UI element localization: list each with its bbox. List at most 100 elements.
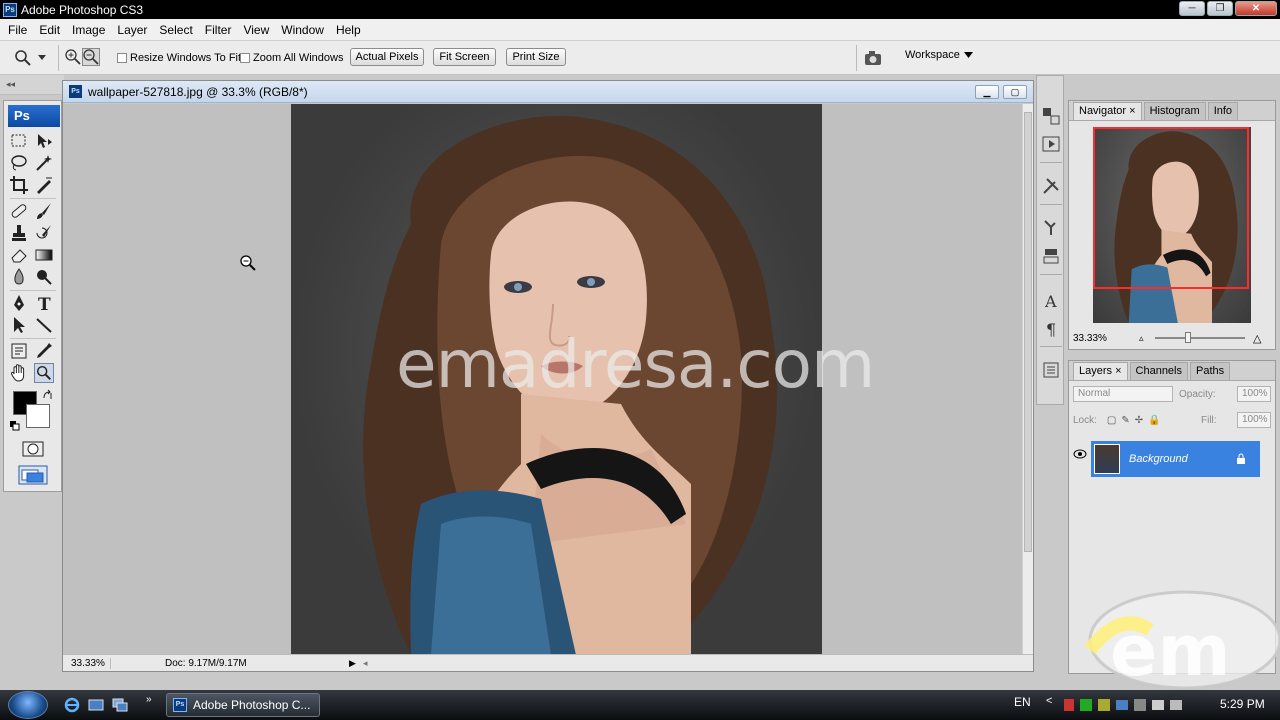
zoom-in-icon[interactable]	[64, 48, 82, 66]
actions-panel-icon[interactable]	[1041, 134, 1061, 154]
healing-brush-icon[interactable]	[9, 201, 29, 221]
start-button[interactable]	[8, 691, 48, 719]
close-button[interactable]: ✕	[1235, 1, 1277, 16]
lock-icons[interactable]: ▢✎✢🔒	[1107, 415, 1166, 426]
zoom-all-windows-checkbox[interactable]: Zoom All Windows	[240, 52, 343, 64]
navigator-zoom-slider[interactable]	[1155, 332, 1245, 343]
line-tool-icon[interactable]	[34, 315, 54, 335]
move-tool-icon[interactable]	[34, 131, 54, 151]
resize-windows-checkbox[interactable]: Resize Windows To Fit	[117, 52, 241, 64]
print-size-button[interactable]: Print Size	[506, 48, 566, 66]
tab-info[interactable]: Info	[1207, 102, 1239, 120]
menu-layer[interactable]: Layer	[111, 20, 153, 40]
path-selection-icon[interactable]	[9, 315, 29, 335]
hand-tool-icon[interactable]	[9, 363, 29, 383]
bridge-icon[interactable]	[863, 49, 885, 67]
zoom-tool-icon	[15, 50, 31, 66]
document-titlebar[interactable]: Ps wallpaper-527818.jpg @ 33.3% (RGB/8*)…	[63, 81, 1033, 103]
layer-comps-icon[interactable]	[1041, 360, 1061, 380]
document-maximize-button[interactable]: ▢	[1003, 85, 1027, 99]
navigator-view-box[interactable]	[1093, 127, 1249, 289]
menu-image[interactable]: Image	[66, 20, 111, 40]
fit-screen-button[interactable]: Fit Screen	[433, 48, 496, 66]
internet-explorer-icon[interactable]	[64, 697, 80, 713]
history-panel-icon[interactable]	[1041, 106, 1061, 126]
marquee-tool-icon[interactable]	[9, 131, 29, 151]
actual-pixels-button[interactable]: Actual Pixels	[350, 48, 424, 66]
layer-row-background[interactable]: Background	[1091, 441, 1260, 477]
menu-window[interactable]: Window	[275, 20, 330, 40]
slice-tool-icon[interactable]	[34, 175, 54, 195]
switch-windows-icon[interactable]	[112, 697, 128, 713]
language-indicator[interactable]: EN	[1014, 695, 1031, 709]
tool-divider	[10, 338, 56, 339]
system-tray-icons[interactable]	[1062, 697, 1202, 713]
zoom-out-small-icon[interactable]: ▵	[1139, 333, 1144, 344]
menu-filter[interactable]: Filter	[199, 20, 238, 40]
scrollbar-thumb[interactable]	[1024, 112, 1032, 552]
crop-tool-icon[interactable]	[9, 175, 29, 195]
default-colors-icon[interactable]	[10, 421, 20, 431]
tab-histogram[interactable]: Histogram	[1143, 102, 1206, 120]
document-minimize-button[interactable]: ▁	[975, 85, 999, 99]
zoom-out-icon[interactable]	[82, 48, 100, 66]
pen-tool-icon[interactable]	[9, 293, 29, 313]
swap-colors-icon[interactable]	[42, 389, 54, 401]
clone-source-icon[interactable]	[1041, 246, 1061, 266]
tab-channels[interactable]: Channels	[1129, 362, 1188, 380]
visibility-eye-icon[interactable]	[1073, 449, 1087, 459]
taskbar-photoshop-button[interactable]: Ps Adobe Photoshop C...	[166, 693, 320, 717]
navigator-thumbnail[interactable]	[1093, 127, 1251, 323]
menu-select[interactable]: Select	[153, 20, 198, 40]
show-desktop-icon[interactable]	[88, 697, 104, 713]
eraser-tool-icon[interactable]	[9, 245, 29, 265]
magic-wand-icon[interactable]	[34, 153, 54, 173]
tab-layers[interactable]: Layers ×	[1073, 362, 1128, 380]
workspace-menu[interactable]: Workspace	[905, 49, 973, 61]
fill-field[interactable]: 100%	[1237, 412, 1271, 428]
paragraph-panel-icon[interactable]: ¶	[1041, 318, 1061, 338]
menu-file[interactable]: File	[2, 20, 33, 40]
zoom-tool-icon[interactable]	[34, 363, 54, 383]
clone-stamp-icon[interactable]	[9, 223, 29, 243]
vertical-scrollbar[interactable]	[1022, 104, 1033, 655]
blend-mode-select[interactable]: Normal	[1073, 386, 1173, 402]
tab-navigator[interactable]: Navigator ×	[1073, 102, 1142, 120]
canvas-area[interactable]: emadresa.com	[63, 104, 1023, 655]
blur-tool-icon[interactable]	[9, 267, 29, 287]
menu-view[interactable]: View	[237, 20, 275, 40]
brushes-panel-icon[interactable]	[1041, 218, 1061, 238]
dodge-tool-icon[interactable]	[34, 267, 54, 287]
eyedropper-icon[interactable]	[34, 341, 54, 361]
menu-edit[interactable]: Edit	[33, 20, 66, 40]
character-panel-icon[interactable]: A	[1041, 290, 1061, 310]
zoom-in-large-icon[interactable]: △	[1253, 332, 1261, 345]
tray-expand-icon[interactable]: <	[1046, 695, 1052, 707]
brush-tool-icon[interactable]	[34, 201, 54, 221]
tool-presets-icon[interactable]	[1041, 176, 1061, 196]
gradient-tool-icon[interactable]	[34, 245, 54, 265]
photoshop-logo[interactable]: Ps	[8, 105, 60, 127]
navigator-zoom[interactable]: 33.33%	[1073, 333, 1107, 344]
status-menu-arrow-icon[interactable]: ▶	[349, 658, 363, 669]
quick-mask-icon[interactable]	[22, 441, 44, 457]
background-color-swatch[interactable]	[26, 404, 50, 428]
history-brush-icon[interactable]	[34, 223, 54, 243]
tab-paths[interactable]: Paths	[1190, 362, 1231, 380]
quicklaunch-more-icon[interactable]: »	[146, 694, 152, 705]
notes-tool-icon[interactable]	[9, 341, 29, 361]
type-tool-icon[interactable]: T	[34, 293, 54, 313]
maximize-button[interactable]: ❐	[1207, 1, 1233, 16]
menu-help[interactable]: Help	[330, 20, 367, 40]
layer-name: Background	[1129, 453, 1188, 465]
lasso-tool-icon[interactable]	[9, 153, 29, 173]
horizontal-scroll-left-icon[interactable]: ◂	[363, 658, 368, 669]
tool-preset-picker[interactable]	[14, 49, 50, 67]
taskbar-clock[interactable]: 5:29 PM	[1220, 697, 1265, 711]
slider-knob[interactable]	[1185, 332, 1191, 343]
status-zoom-level[interactable]: 33.33%	[63, 657, 111, 669]
screen-mode-icon[interactable]	[18, 465, 48, 485]
opacity-field[interactable]: 100%	[1237, 386, 1271, 402]
minimize-button[interactable]: ─	[1179, 1, 1205, 16]
tools-panel-header[interactable]: ◂◂	[0, 75, 64, 95]
